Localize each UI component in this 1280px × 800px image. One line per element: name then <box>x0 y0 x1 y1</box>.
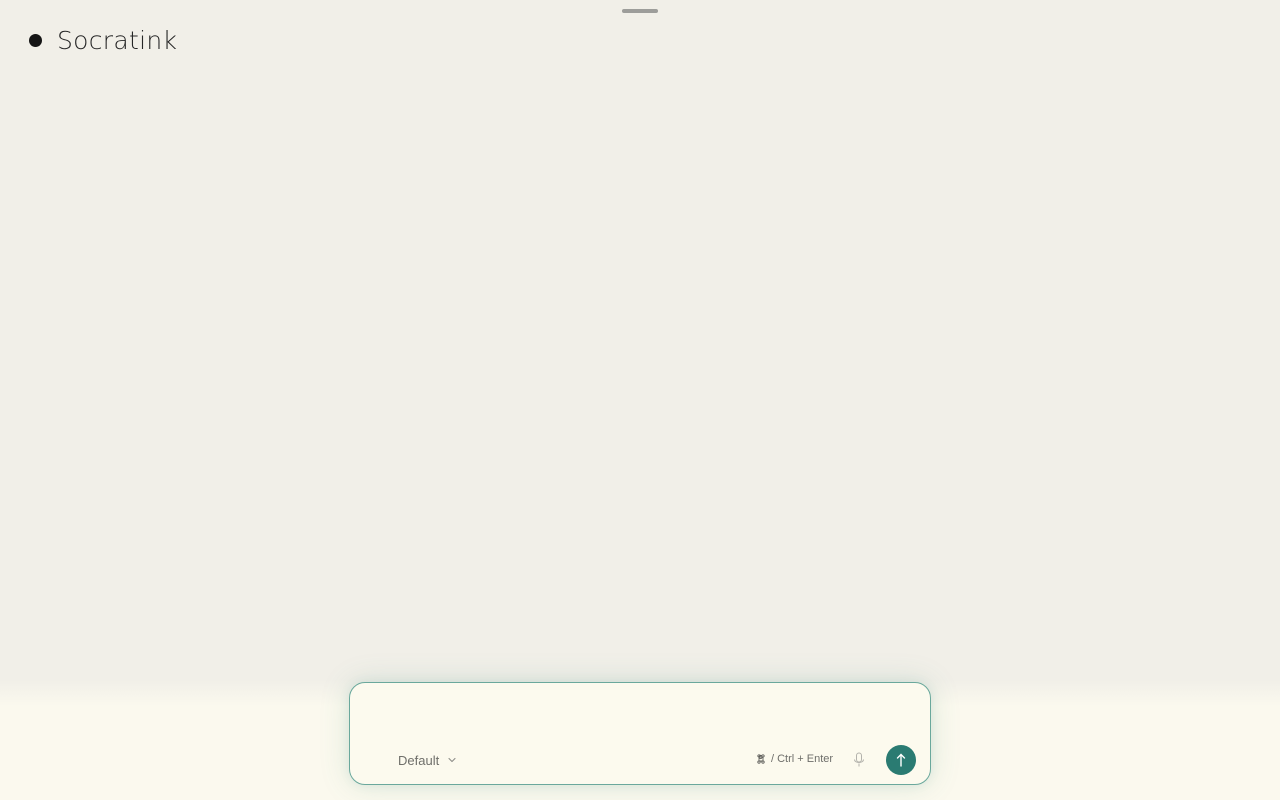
brand: Socratink <box>29 22 177 58</box>
mode-selector[interactable]: Default <box>398 752 457 768</box>
send-button[interactable] <box>886 745 916 775</box>
microphone-button[interactable] <box>852 751 866 769</box>
app-title: Socratink <box>57 25 178 55</box>
message-input[interactable] <box>368 697 912 741</box>
send-shortcut-hint: / Ctrl + Enter <box>755 752 833 766</box>
arrow-up-icon <box>896 753 906 767</box>
chevron-down-icon <box>448 757 456 763</box>
brand-dot-icon <box>29 33 42 47</box>
drag-handle[interactable] <box>622 9 658 13</box>
shortcut-hint-text: / Ctrl + Enter <box>771 753 834 765</box>
message-composer: Default / Ctrl + Enter <box>349 682 931 785</box>
mode-selector-label: Default <box>398 752 440 768</box>
microphone-icon <box>854 752 864 767</box>
command-key-icon <box>757 754 765 764</box>
